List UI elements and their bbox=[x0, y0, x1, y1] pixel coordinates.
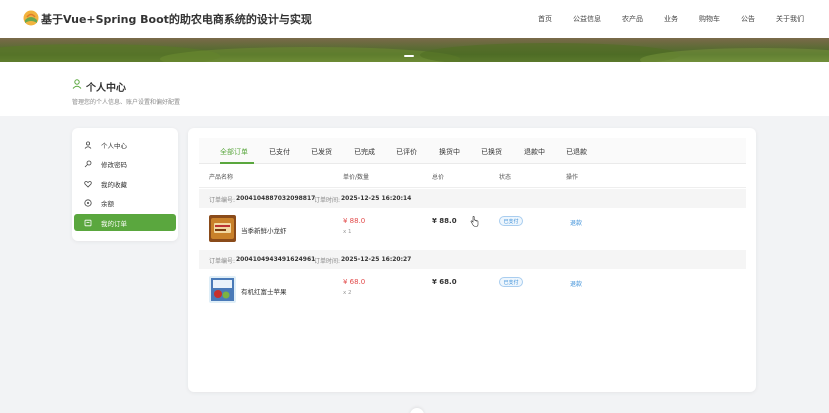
product-thumbnail[interactable] bbox=[209, 215, 236, 242]
nav-charity[interactable]: 公益信息 bbox=[573, 14, 601, 24]
tab-all-orders[interactable]: 全部订单 bbox=[220, 147, 248, 157]
nav-notice[interactable]: 公告 bbox=[741, 14, 755, 24]
site-title[interactable]: 基于Vue+Spring Boot的助农电商系统的设计与实现 bbox=[41, 11, 312, 27]
page-subtitle: 管理您的个人信息、账户设置和偏好配置 bbox=[72, 99, 181, 106]
order-meta-bar: 订单编号: 2004104887032098817 订单时间: 2025-12-… bbox=[199, 189, 746, 208]
sidebar-item-favorites[interactable]: 我的收藏 bbox=[74, 175, 176, 192]
tab-refunding[interactable]: 退款中 bbox=[524, 147, 545, 157]
refund-link[interactable]: 退款 bbox=[570, 218, 582, 227]
tab-paid[interactable]: 已支付 bbox=[269, 147, 290, 157]
order-time-label: 订单时间: bbox=[314, 258, 341, 265]
refund-link[interactable]: 退款 bbox=[570, 279, 582, 288]
quantity: x 1 bbox=[343, 229, 352, 235]
sidebar-item-label: 我的收藏 bbox=[101, 180, 127, 189]
table-header: 产品名称 单价/数量 总价 状态 操作 bbox=[199, 165, 746, 188]
status-badge: 已支付 bbox=[499, 277, 523, 287]
quantity: x 2 bbox=[343, 290, 352, 296]
order-tabs: 全部订单 已支付 已发货 已完成 已评价 换货中 已换货 退款中 已退款 bbox=[199, 138, 746, 164]
total-price: ¥ 68.0 bbox=[432, 278, 457, 286]
column-header: 单价/数量 bbox=[343, 174, 370, 181]
sidebar-item-label: 个人中心 bbox=[101, 141, 127, 150]
tab-reviewed[interactable]: 已评价 bbox=[396, 147, 417, 157]
heart-icon bbox=[84, 180, 92, 188]
sidebar-item-orders[interactable]: 我的订单 bbox=[74, 214, 176, 231]
unit-price: ¥ 88.0 bbox=[343, 217, 366, 225]
sidebar-item-profile[interactable]: 个人中心 bbox=[74, 136, 176, 153]
order-icon bbox=[84, 219, 92, 226]
column-header: 状态 bbox=[499, 174, 512, 181]
product-thumbnail[interactable] bbox=[209, 276, 236, 303]
sidebar-item-label: 修改密码 bbox=[101, 160, 127, 169]
nav-cart[interactable]: 购物车 bbox=[699, 14, 720, 24]
key-icon bbox=[84, 160, 92, 167]
order-no-label: 订单编号: bbox=[209, 258, 236, 265]
hero-banner bbox=[0, 38, 829, 62]
tab-exchanged[interactable]: 已换货 bbox=[481, 147, 502, 157]
order-number: 2004104887032098817 bbox=[236, 195, 316, 202]
column-header: 操作 bbox=[566, 174, 579, 181]
status-badge: 已支付 bbox=[499, 216, 523, 226]
product-name[interactable]: 有机红富士苹果 bbox=[241, 286, 287, 296]
nav-products[interactable]: 农产品 bbox=[622, 14, 643, 24]
sidebar-item-label: 余额 bbox=[101, 199, 114, 208]
main-nav: 首页 公益信息 农产品 业务 购物车 公告 关于我们 bbox=[517, 14, 804, 24]
wallet-icon bbox=[84, 198, 92, 207]
user-icon bbox=[72, 79, 82, 89]
nav-about[interactable]: 关于我们 bbox=[776, 14, 804, 24]
column-header: 总价 bbox=[432, 174, 445, 181]
orders-panel: 全部订单 已支付 已发货 已完成 已评价 换货中 已换货 退款中 已退款 产品名… bbox=[188, 128, 756, 392]
nav-home[interactable]: 首页 bbox=[538, 14, 552, 24]
order-time-label: 订单时间: bbox=[314, 197, 341, 204]
sidebar-item-password[interactable]: 修改密码 bbox=[74, 155, 176, 172]
order-time: 2025-12-25 16:20:27 bbox=[341, 256, 412, 263]
tab-completed[interactable]: 已完成 bbox=[354, 147, 375, 157]
back-to-top-button[interactable] bbox=[410, 408, 424, 413]
order-meta-bar: 订单编号: 2004104943491624961 订单时间: 2025-12-… bbox=[199, 250, 746, 269]
unit-price: ¥ 68.0 bbox=[343, 278, 366, 286]
order-no-label: 订单编号: bbox=[209, 197, 236, 204]
column-header: 产品名称 bbox=[209, 174, 234, 181]
sidebar-item-balance[interactable]: 余额 bbox=[74, 194, 176, 211]
page-title: 个人中心 bbox=[86, 83, 126, 94]
total-price: ¥ 88.0 bbox=[432, 217, 457, 225]
nav-business[interactable]: 业务 bbox=[664, 14, 678, 24]
order-time: 2025-12-25 16:20:14 bbox=[341, 195, 412, 202]
sidebar: 个人中心 修改密码 我的收藏 余额 我的订单 bbox=[72, 128, 178, 241]
tab-exchanging[interactable]: 换货中 bbox=[439, 147, 460, 157]
top-navbar: 基于Vue+Spring Boot的助农电商系统的设计与实现 首页 公益信息 农… bbox=[0, 0, 829, 38]
sidebar-item-label: 我的订单 bbox=[101, 219, 127, 228]
product-name[interactable]: 当季新鲜小龙虾 bbox=[241, 225, 287, 235]
hand-cursor-icon bbox=[470, 216, 479, 227]
user-icon bbox=[84, 140, 92, 149]
active-tab-indicator bbox=[220, 162, 254, 164]
order-number: 2004104943491624961 bbox=[236, 256, 316, 263]
logo-icon[interactable] bbox=[23, 10, 39, 26]
carousel-dot[interactable] bbox=[404, 55, 414, 57]
tab-shipped[interactable]: 已发货 bbox=[311, 147, 332, 157]
tab-refunded[interactable]: 已退款 bbox=[566, 147, 587, 157]
